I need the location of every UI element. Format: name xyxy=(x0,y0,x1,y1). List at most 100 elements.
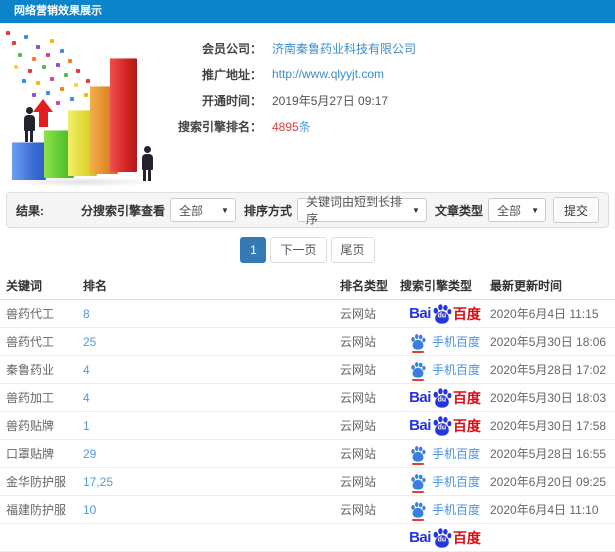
window-titlebar: 网络营销效果展示 xyxy=(0,0,615,23)
info-label: 搜索引擎排名： xyxy=(177,119,262,134)
info-row: 搜索引擎排名： 4895条 xyxy=(170,113,615,139)
rank-type-cell: 云网站 xyxy=(340,503,377,517)
table-row: 秦鲁药业 4 云网站 手机百度 2020年5月28日 17:02 xyxy=(0,356,615,384)
column-header: 排名 xyxy=(83,279,108,293)
rank-type-cell: 云网站 xyxy=(340,335,377,349)
baidu-logo: Bai du 百度 xyxy=(409,527,481,548)
bar-red xyxy=(110,58,137,172)
baidu-logo-bai: Bai xyxy=(409,417,431,434)
results-table: 关键词 排名 排名类型 搜索引擎类型 最新更新时间 兽药代工 8 云网站 Bai du 百度 202… xyxy=(0,272,615,552)
keyword-cell: 兽药代工 xyxy=(6,307,55,321)
baidu-paw-icon xyxy=(410,473,426,493)
filter-label-article-type: 文章类型 xyxy=(434,203,483,218)
red-up-arrow-icon xyxy=(33,99,53,127)
info-label: 推广地址： xyxy=(201,67,262,82)
column-header: 排名类型 xyxy=(340,279,389,293)
engine-cell: Bai du 百度 xyxy=(400,415,490,436)
rank-link[interactable]: 1 xyxy=(83,419,340,433)
column-header: 关键词 xyxy=(6,279,43,293)
rank-type-cell: 云网站 xyxy=(340,447,377,461)
table-row: 口罩贴牌 29 云网站 手机百度 2020年5月28日 16:55 xyxy=(0,440,615,468)
mobile-baidu-label: 手机百度 xyxy=(431,335,480,349)
promotion-url-link[interactable]: http://www.qlyyjt.com xyxy=(272,67,384,81)
updated-time-cell: 2020年5月30日 17:58 xyxy=(490,419,607,433)
rank-link[interactable]: 17,25 xyxy=(83,475,340,489)
pagination: 1 下一页 尾页 xyxy=(0,228,615,272)
rank-link[interactable]: 4 xyxy=(83,391,340,405)
baidu-paw-icon: du xyxy=(432,303,452,324)
table-header-row: 关键词 排名 排名类型 搜索引擎类型 最新更新时间 xyxy=(0,272,615,300)
selected-value: 全部 xyxy=(496,203,521,218)
table-body: 兽药代工 8 云网站 Bai du 百度 2020年6月4日 11:15 兽药代工 25 云网站手… xyxy=(0,300,615,552)
rank-link[interactable]: 29 xyxy=(83,447,340,461)
baidu-logo-bai: Bai xyxy=(409,529,431,546)
keyword-cell: 兽药加工 xyxy=(6,391,55,405)
baidu-logo-bai: Bai xyxy=(409,389,431,406)
engine-cell: 手机百度 xyxy=(400,333,490,353)
businessman-figure-right xyxy=(140,146,154,181)
next-page-button[interactable]: 下一页 xyxy=(270,237,327,263)
mobile-baidu-label: 手机百度 xyxy=(431,475,480,489)
submit-button[interactable]: 提交 xyxy=(552,197,599,223)
selected-value: 关键词由短到长排序 xyxy=(305,195,402,226)
rank-type-cell: 云网站 xyxy=(340,419,377,433)
growth-chart-illustration xyxy=(2,29,170,187)
updated-time-cell: 2020年5月28日 16:55 xyxy=(490,447,607,461)
info-label: 会员公司： xyxy=(201,41,262,56)
updated-time-cell: 2020年6月4日 11:15 xyxy=(490,307,599,321)
mobile-baidu-label: 手机百度 xyxy=(431,503,480,517)
mobile-baidu-logo: 手机百度 xyxy=(410,361,480,381)
table-row: 兽药贴牌 1 云网站 Bai du 百度 2020年5月30日 17:58 xyxy=(0,412,615,440)
engine-cell: Bai du 百度 xyxy=(400,527,490,548)
table-row: 金华防护服 17,25 云网站 手机百度 2020年6月20日 09:25 xyxy=(0,468,615,496)
baidu-logo-du: du xyxy=(437,424,447,431)
table-row: Bai du 百度 xyxy=(0,524,615,552)
info-label: 开通时间： xyxy=(201,93,262,108)
search-engine-rank-count: 4895条 xyxy=(272,118,311,135)
article-type-select[interactable]: 全部 ▼ xyxy=(487,198,546,222)
selected-value: 全部 xyxy=(178,203,203,218)
page-button-current[interactable]: 1 xyxy=(240,237,267,263)
rank-link[interactable]: 4 xyxy=(83,363,340,377)
filter-label-sort-order: 排序方式 xyxy=(243,203,292,218)
baidu-paw-icon xyxy=(410,333,426,353)
engine-cell: Bai du 百度 xyxy=(400,303,490,324)
rank-link[interactable]: 25 xyxy=(83,335,340,349)
engine-cell: Bai du 百度 xyxy=(400,387,490,408)
rank-type-cell: 云网站 xyxy=(340,307,377,321)
chevron-down-icon: ▼ xyxy=(412,205,420,215)
last-page-button[interactable]: 尾页 xyxy=(330,237,375,263)
rank-link[interactable]: 8 xyxy=(83,307,340,321)
baidu-logo: Bai du 百度 xyxy=(409,415,481,436)
info-section: 会员公司： 济南秦鲁药业科技有限公司 推广地址： http://www.qlyyjt.… xyxy=(0,23,615,190)
baidu-paw-icon: du xyxy=(432,415,452,436)
engine-cell: 手机百度 xyxy=(400,445,490,465)
info-row: 推广地址： http://www.qlyyjt.com xyxy=(170,61,615,87)
results-filter-bar: 结果: 分搜索引擎查看 全部 ▼ 排序方式 关键词由短到长排序 ▼ 文章类型 全部 ▼ 提交 xyxy=(6,192,609,228)
mobile-baidu-logo: 手机百度 xyxy=(410,445,480,465)
rank-type-cell: 云网站 xyxy=(340,363,377,377)
chevron-down-icon: ▼ xyxy=(531,205,539,215)
table-row: 兽药加工 4 云网站 Bai du 百度 2020年5月30日 18:03 xyxy=(0,384,615,412)
baidu-logo-cn: 百度 xyxy=(452,417,481,434)
baidu-paw-icon: du xyxy=(432,527,452,548)
member-company-link[interactable]: 济南秦鲁药业科技有限公司 xyxy=(272,40,416,57)
baidu-logo-cn: 百度 xyxy=(452,389,481,406)
bar-blue xyxy=(12,142,46,180)
updated-time-cell: 2020年6月20日 09:25 xyxy=(490,475,607,489)
engine-filter-select[interactable]: 全部 ▼ xyxy=(169,198,236,222)
rank-count-unit: 条 xyxy=(298,119,311,134)
engine-cell: 手机百度 xyxy=(400,473,490,493)
page-title: 网络营销效果展示 xyxy=(14,5,102,17)
info-row: 开通时间： 2019年5月27日 09:17 xyxy=(170,87,615,113)
column-header: 最新更新时间 xyxy=(490,279,563,293)
baidu-paw-icon: du xyxy=(432,387,452,408)
sort-order-select[interactable]: 关键词由短到长排序 ▼ xyxy=(296,195,427,226)
column-header: 搜索引擎类型 xyxy=(400,279,473,293)
baidu-logo-du: du xyxy=(437,536,447,543)
baidu-logo-du: du xyxy=(437,396,447,403)
mobile-baidu-label: 手机百度 xyxy=(431,447,480,461)
keyword-cell: 福建防护服 xyxy=(6,503,67,517)
rank-link[interactable]: 10 xyxy=(83,503,340,517)
engine-cell: 手机百度 xyxy=(400,361,490,381)
